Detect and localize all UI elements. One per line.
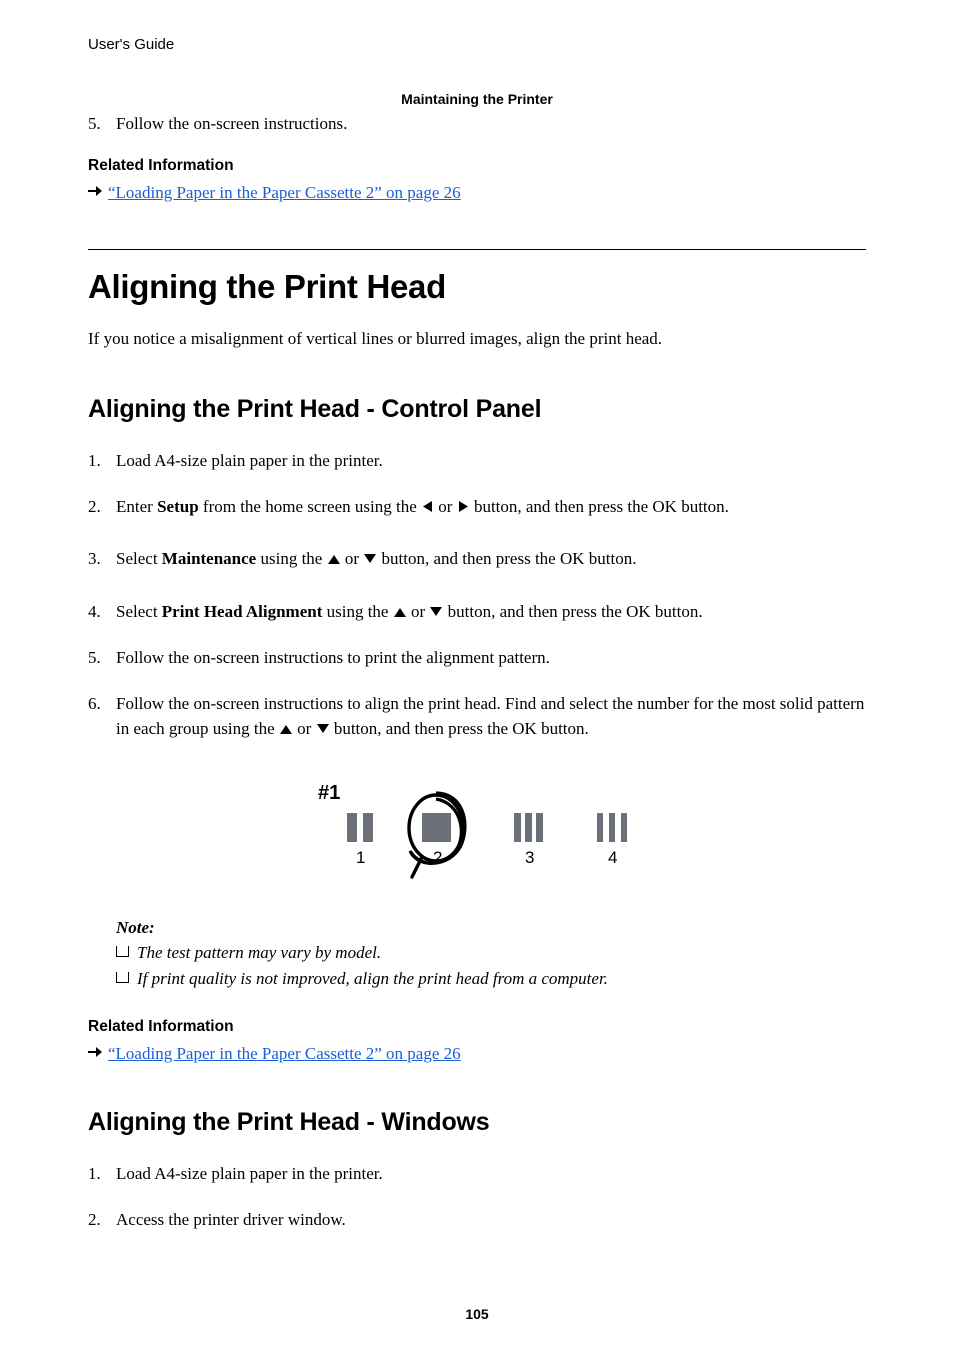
triangle-up-icon	[279, 717, 293, 743]
header-guide: User's Guide	[88, 36, 866, 53]
arrow-right-icon	[88, 1046, 102, 1062]
bold: Setup	[157, 497, 199, 516]
step-text: Follow the on-screen instructions to pri…	[116, 645, 866, 671]
triangle-down-icon	[363, 547, 377, 573]
h2-windows: Aligning the Print Head - Windows	[88, 1108, 866, 1137]
step-number: 2.	[88, 1207, 116, 1233]
step-2: 2. Access the printer driver window.	[88, 1207, 866, 1233]
steps-windows: 1. Load A4-size plain paper in the print…	[88, 1161, 866, 1232]
step-number: 1.	[88, 1161, 116, 1187]
bold: Print Head Alignment	[162, 602, 323, 621]
pattern-1: 1	[347, 813, 373, 867]
step-number: 4.	[88, 599, 116, 626]
note-item-1: The test pattern may vary by model.	[116, 940, 866, 966]
note-item-2: If print quality is not improved, align …	[116, 966, 866, 992]
figure-label: #1	[318, 782, 340, 804]
triangle-right-icon	[457, 495, 470, 521]
t: using the	[256, 549, 326, 568]
divider	[88, 249, 866, 250]
step-2: 2. Enter Setup from the home screen usin…	[88, 494, 866, 521]
pretext-steps: 5. Follow the on-screen instructions.	[88, 111, 866, 137]
page-number: 105	[0, 1306, 954, 1322]
step-number: 6.	[88, 691, 116, 743]
step-text: Access the printer driver window.	[116, 1207, 866, 1233]
t: from the home screen using the	[199, 497, 421, 516]
triangle-down-icon	[429, 600, 443, 626]
t: button, and then press the OK button.	[377, 549, 636, 568]
t: button, and then press the OK button.	[470, 497, 729, 516]
pattern-3: 3	[514, 813, 543, 867]
arrow-right-icon	[88, 185, 102, 201]
alignment-pattern-figure: #1 1 2 3	[262, 773, 692, 888]
step-number: 5.	[88, 111, 116, 137]
triangle-left-icon	[421, 495, 434, 521]
t: or	[407, 602, 430, 621]
step-text: Follow the on-screen instructions.	[116, 111, 866, 137]
t: or	[293, 719, 316, 738]
related-link[interactable]: “Loading Paper in the Paper Cassette 2” …	[108, 183, 461, 203]
step-number: 3.	[88, 546, 116, 573]
svg-text:4: 4	[608, 848, 617, 867]
t: or	[434, 497, 457, 516]
step-text: Enter Setup from the home screen using t…	[116, 494, 866, 521]
header-section: Maintaining the Printer	[88, 91, 866, 107]
bold: Maintenance	[162, 549, 256, 568]
t: button, and then press the OK button.	[443, 602, 702, 621]
page: User's Guide Maintaining the Printer 5. …	[0, 0, 954, 1350]
step-4: 4. Select Print Head Alignment using the…	[88, 599, 866, 626]
related-link-row: “Loading Paper in the Paper Cassette 2” …	[88, 1044, 866, 1064]
step-6: 6. Follow the on-screen instructions to …	[88, 691, 866, 743]
t: or	[341, 549, 364, 568]
t: Select	[116, 602, 162, 621]
svg-text:1: 1	[356, 848, 365, 867]
steps-control-panel: 1. Load A4-size plain paper in the print…	[88, 448, 866, 743]
note-text: If print quality is not improved, align …	[137, 966, 608, 992]
note-title: Note:	[116, 918, 866, 938]
step-number: 2.	[88, 494, 116, 521]
related-link[interactable]: “Loading Paper in the Paper Cassette 2” …	[108, 1044, 461, 1064]
svg-text:3: 3	[525, 848, 534, 867]
triangle-up-icon	[327, 547, 341, 573]
step-1: 1. Load A4-size plain paper in the print…	[88, 1161, 866, 1187]
step-text: Follow the on-screen instructions to ali…	[116, 691, 866, 743]
step-number: 1.	[88, 448, 116, 474]
note-bullet-icon	[116, 946, 129, 957]
step-3: 3. Select Maintenance using the or butto…	[88, 546, 866, 573]
step-1: 1. Load A4-size plain paper in the print…	[88, 448, 866, 474]
step-text: Load A4-size plain paper in the printer.	[116, 1161, 866, 1187]
t: Enter	[116, 497, 157, 516]
note-block: Note: The test pattern may vary by model…	[116, 918, 866, 993]
step-5: 5. Follow the on-screen instructions.	[88, 111, 866, 137]
triangle-down-icon	[316, 717, 330, 743]
note-text: The test pattern may vary by model.	[137, 940, 381, 966]
h1-aligning: Aligning the Print Head	[88, 268, 866, 306]
step-number: 5.	[88, 645, 116, 671]
triangle-up-icon	[393, 600, 407, 626]
t: button, and then press the OK button.	[330, 719, 589, 738]
pattern-4: 4	[597, 813, 627, 867]
t: using the	[322, 602, 392, 621]
step-text: Select Print Head Alignment using the or…	[116, 599, 866, 626]
h2-control-panel: Aligning the Print Head - Control Panel	[88, 395, 866, 424]
pattern-2: 2	[409, 793, 465, 877]
intro-paragraph: If you notice a misalignment of vertical…	[88, 326, 866, 352]
related-link-row: “Loading Paper in the Paper Cassette 2” …	[88, 183, 866, 203]
related-info-heading: Related Information	[88, 157, 866, 175]
step-text: Select Maintenance using the or button, …	[116, 546, 866, 573]
t: Select	[116, 549, 162, 568]
step-text: Load A4-size plain paper in the printer.	[116, 448, 866, 474]
step-5: 5. Follow the on-screen instructions to …	[88, 645, 866, 671]
related-info-heading: Related Information	[88, 1018, 866, 1036]
note-bullet-icon	[116, 972, 129, 983]
